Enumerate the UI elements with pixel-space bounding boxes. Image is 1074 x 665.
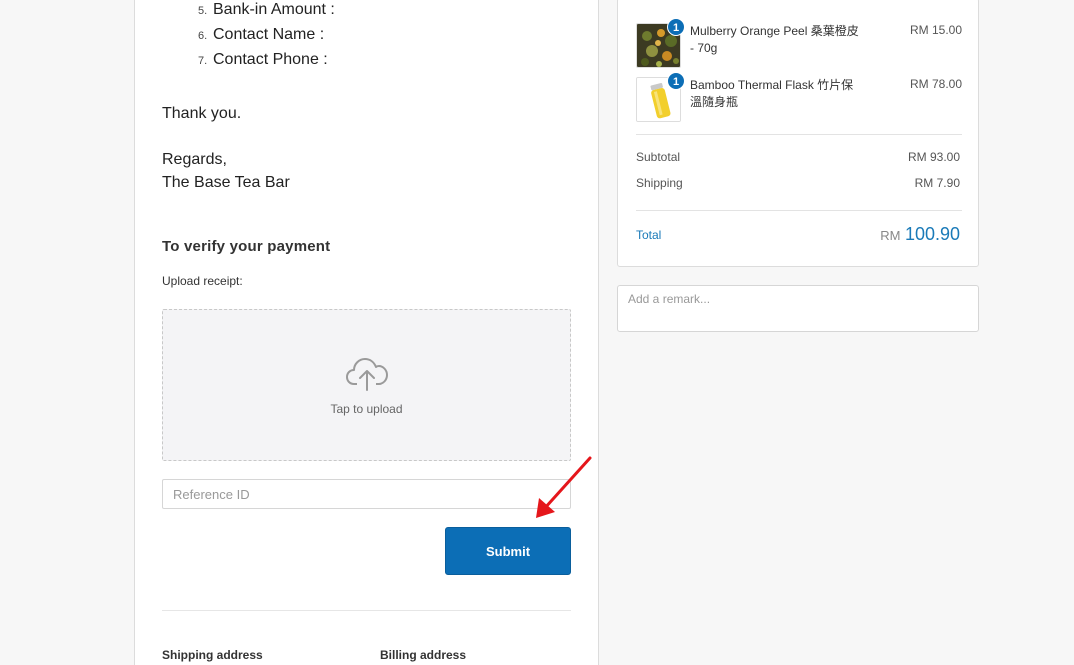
- upload-receipt-label: Upload receipt:: [162, 274, 243, 288]
- item-name: Mulberry Orange Peel 桑葉橙皮 - 70g: [690, 24, 859, 55]
- list-item: 5. Bank-in Amount :: [198, 1, 335, 18]
- tap-to-upload-text: Tap to upload: [330, 402, 403, 416]
- subtotal-label: Subtotal: [636, 150, 681, 164]
- reference-id-input[interactable]: [162, 479, 571, 509]
- item-price: RM 78.00: [909, 77, 962, 91]
- regards-text: Regards,: [162, 151, 227, 168]
- payment-info-list: 5. Bank-in Amount : 6. Contact Name : 7. Co…: [198, 0, 335, 73]
- quantity-badge: 1: [667, 18, 685, 36]
- cloud-upload-icon: [346, 358, 388, 391]
- shipping-label: Shipping: [636, 176, 683, 190]
- submit-button[interactable]: Submit: [445, 527, 571, 575]
- item-name: Bamboo Thermal Flask 竹片保溫隨身瓶: [690, 78, 854, 109]
- summary-divider: [636, 134, 962, 135]
- receipt-upload-dropzone[interactable]: Tap to upload: [162, 309, 571, 461]
- item-price: RM 15.00: [909, 23, 962, 37]
- list-item: 6. Contact Name :: [198, 26, 325, 43]
- remark-textarea[interactable]: [617, 285, 979, 332]
- order-summary-card: 1 Mulberry Orange Peel 桑葉橙皮 - 70g RM 15.…: [617, 0, 979, 267]
- thank-you-text: Thank you.: [162, 105, 242, 122]
- quantity-badge: 1: [667, 72, 685, 90]
- store-signature: The Base Tea Bar: [162, 174, 290, 191]
- total-label: Total: [636, 228, 662, 242]
- list-item: 7. Contact Phone :: [198, 51, 328, 68]
- total-currency: RM: [880, 228, 901, 243]
- subtotal-value: RM 93.00: [907, 150, 960, 164]
- checkout-main-panel: 5. Bank-in Amount : 6. Contact Name : 7. Co…: [134, 0, 599, 665]
- verify-payment-heading: To verify your payment: [162, 238, 331, 255]
- red-arrow-annotation-icon: [536, 456, 592, 518]
- billing-address-label: Billing address: [380, 648, 467, 662]
- section-divider: [162, 610, 571, 611]
- shipping-address-label: Shipping address: [162, 648, 263, 662]
- shipping-value: RM 7.90: [914, 176, 960, 190]
- total-value: RM 100.90: [880, 224, 960, 245]
- total-amount: 100.90: [904, 224, 960, 244]
- summary-divider: [636, 210, 962, 211]
